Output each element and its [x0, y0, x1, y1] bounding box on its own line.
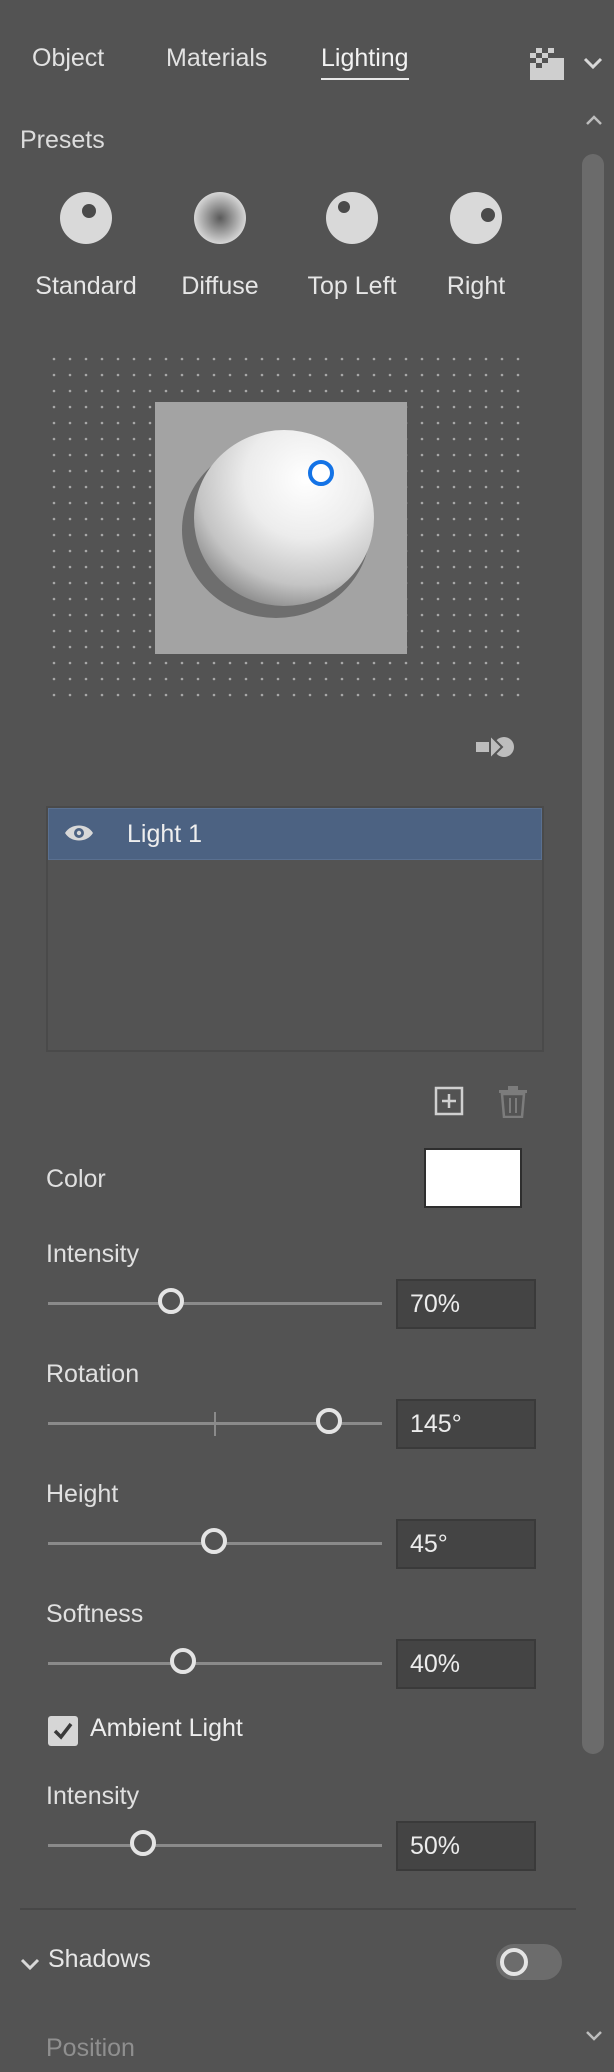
ambient-intensity-value-field[interactable]: 50%: [396, 1821, 536, 1871]
move-light-to-back-icon[interactable]: [472, 730, 518, 764]
intensity-value-field[interactable]: 70%: [396, 1279, 536, 1329]
position-label: Position: [46, 2034, 135, 2062]
preset-right[interactable]: Right: [416, 190, 536, 301]
section-divider: [20, 1908, 576, 1910]
trash-icon: [499, 1086, 527, 1118]
softness-label: Softness: [46, 1600, 144, 1628]
scrollbar-thumb[interactable]: [582, 154, 604, 1754]
sphere-diffuse-icon: [194, 192, 246, 244]
ambient-light-label: Ambient Light: [90, 1714, 243, 1742]
tab-object[interactable]: Object: [32, 38, 104, 78]
presets-heading: Presets: [20, 126, 105, 154]
add-light-icon[interactable]: [434, 1086, 464, 1116]
rotation-slider[interactable]: [46, 1404, 382, 1444]
ambient-light-checkbox[interactable]: [48, 1716, 78, 1746]
slider-thumb[interactable]: [201, 1528, 227, 1554]
light-list-item[interactable]: Light 1: [48, 808, 542, 860]
sphere-top-left-icon: [326, 192, 378, 244]
shadows-toggle[interactable]: [496, 1944, 562, 1980]
slider-thumb[interactable]: [130, 1830, 156, 1856]
scrollbar[interactable]: [578, 110, 608, 2050]
ambient-intensity-slider[interactable]: [46, 1826, 382, 1866]
tab-lighting-label: Lighting: [321, 44, 409, 72]
scroll-down-arrow-icon[interactable]: [584, 2026, 604, 2046]
rotation-value-field[interactable]: 145°: [396, 1399, 536, 1449]
tab-lighting[interactable]: Lighting: [321, 38, 409, 80]
slider-track: [48, 1844, 382, 1847]
slider-center-tick: [214, 1412, 216, 1436]
slider-thumb[interactable]: [158, 1288, 184, 1314]
slider-thumb[interactable]: [316, 1408, 342, 1434]
preset-top-left[interactable]: Top Left: [292, 190, 412, 301]
preset-top-left-label: Top Left: [307, 272, 397, 300]
ambient-intensity-label: Intensity: [46, 1782, 140, 1810]
height-slider[interactable]: [46, 1524, 382, 1564]
light-position-handle[interactable]: [306, 458, 336, 488]
chevron-down-icon[interactable]: [18, 1952, 42, 1976]
preset-diffuse-label: Diffuse: [181, 272, 259, 300]
intensity-label: Intensity: [46, 1240, 140, 1268]
sphere-standard-icon: [60, 192, 112, 244]
preset-standard-label: Standard: [35, 272, 137, 300]
light-color-swatch[interactable]: [424, 1148, 522, 1208]
height-label: Height: [46, 1480, 119, 1508]
preset-diffuse[interactable]: Diffuse: [160, 190, 280, 301]
chevron-down-icon[interactable]: [578, 48, 608, 78]
lights-list: Light 1: [46, 806, 544, 1052]
softness-slider[interactable]: [46, 1644, 382, 1684]
intensity-slider[interactable]: [46, 1284, 382, 1324]
slider-thumb[interactable]: [170, 1648, 196, 1674]
softness-value-field[interactable]: 40%: [396, 1639, 536, 1689]
active-tab-indicator: [321, 78, 409, 80]
color-label: Color: [46, 1165, 106, 1193]
lit-sphere-preview: [182, 430, 374, 618]
slider-track: [48, 1302, 382, 1305]
panel-options-icon[interactable]: [528, 42, 568, 82]
rotation-label: Rotation: [46, 1360, 140, 1388]
sphere-right-icon: [450, 192, 502, 244]
tab-materials[interactable]: Materials: [166, 38, 267, 78]
slider-track: [48, 1662, 382, 1665]
shadows-section-header[interactable]: Shadows: [48, 1945, 151, 1974]
eye-visibility-icon[interactable]: [63, 821, 95, 845]
checkmark-icon: [53, 1722, 73, 1740]
preset-standard[interactable]: Standard: [26, 190, 146, 301]
preset-right-label: Right: [446, 272, 506, 300]
toggle-knob: [500, 1948, 528, 1976]
height-value-field[interactable]: 45°: [396, 1519, 536, 1569]
scroll-up-arrow-icon[interactable]: [584, 110, 604, 130]
light-name: Light 1: [127, 820, 203, 848]
tab-bar: Object Materials Lighting: [0, 0, 614, 100]
